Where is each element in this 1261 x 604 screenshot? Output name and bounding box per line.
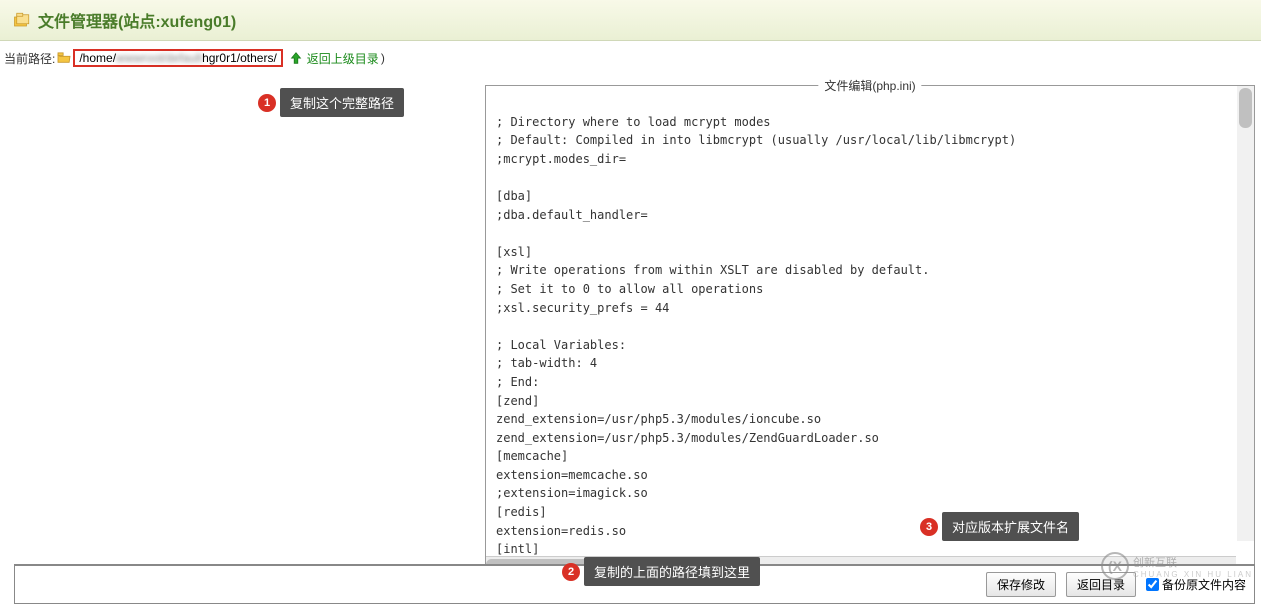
brand-watermark: (X 创新互联 CHUANG XIN HU LIAN <box>1101 552 1253 580</box>
brand-pinyin: CHUANG XIN HU LIAN <box>1133 570 1253 579</box>
paren-close: ) <box>381 51 385 65</box>
folder-stack-icon <box>12 11 32 29</box>
save-button[interactable]: 保存修改 <box>986 572 1056 597</box>
annotation-2: 2 复制的上面的路径填到这里 <box>562 557 760 586</box>
path-bar: 当前路径: /home/ wwwroot/default hgr0r1/othe… <box>0 41 1261 75</box>
editor-pre-content: ; Directory where to load mcrypt modes ;… <box>496 115 1016 556</box>
page-title: 文件管理器(站点:xufeng01) <box>38 8 236 32</box>
editor-border: ; Directory where to load mcrypt modes ;… <box>485 85 1255 572</box>
header-bar: 文件管理器(站点:xufeng01) <box>0 0 1261 41</box>
path-box[interactable]: /home/ wwwroot/default hgr0r1/others/ <box>73 49 282 67</box>
vertical-scrollbar-thumb[interactable] <box>1239 88 1252 128</box>
editor-legend: 文件编辑(php.ini) <box>818 77 921 94</box>
folder-open-icon <box>57 52 71 64</box>
annotation-badge-2: 2 <box>562 563 580 581</box>
back-parent-link[interactable]: 返回上级目录 <box>307 50 379 67</box>
annotation-label-2: 复制的上面的路径填到这里 <box>584 557 760 586</box>
path-label: 当前路径: <box>4 50 55 67</box>
annotation-3: 3 对应版本扩展文件名 <box>920 512 1079 541</box>
up-arrow-icon <box>289 51 303 65</box>
editor-section: 文件编辑(php.ini) ; Directory where to load … <box>485 85 1255 572</box>
annotation-1: 1 复制这个完整路径 <box>258 88 404 117</box>
annotation-label-1: 复制这个完整路径 <box>280 88 404 117</box>
path-text-start: /home/ <box>79 51 116 65</box>
annotation-badge-1: 1 <box>258 94 276 112</box>
vertical-scrollbar[interactable] <box>1237 86 1254 541</box>
path-blur: wwwroot/default <box>116 51 202 65</box>
brand-name: 创新互联 <box>1133 554 1253 570</box>
annotation-badge-3: 3 <box>920 518 938 536</box>
annotation-label-3: 对应版本扩展文件名 <box>942 512 1079 541</box>
editor-textarea[interactable]: ; Directory where to load mcrypt modes ;… <box>486 86 1254 556</box>
brand-logo-icon: (X <box>1101 552 1129 580</box>
path-text-end: hgr0r1/others/ <box>202 51 277 65</box>
